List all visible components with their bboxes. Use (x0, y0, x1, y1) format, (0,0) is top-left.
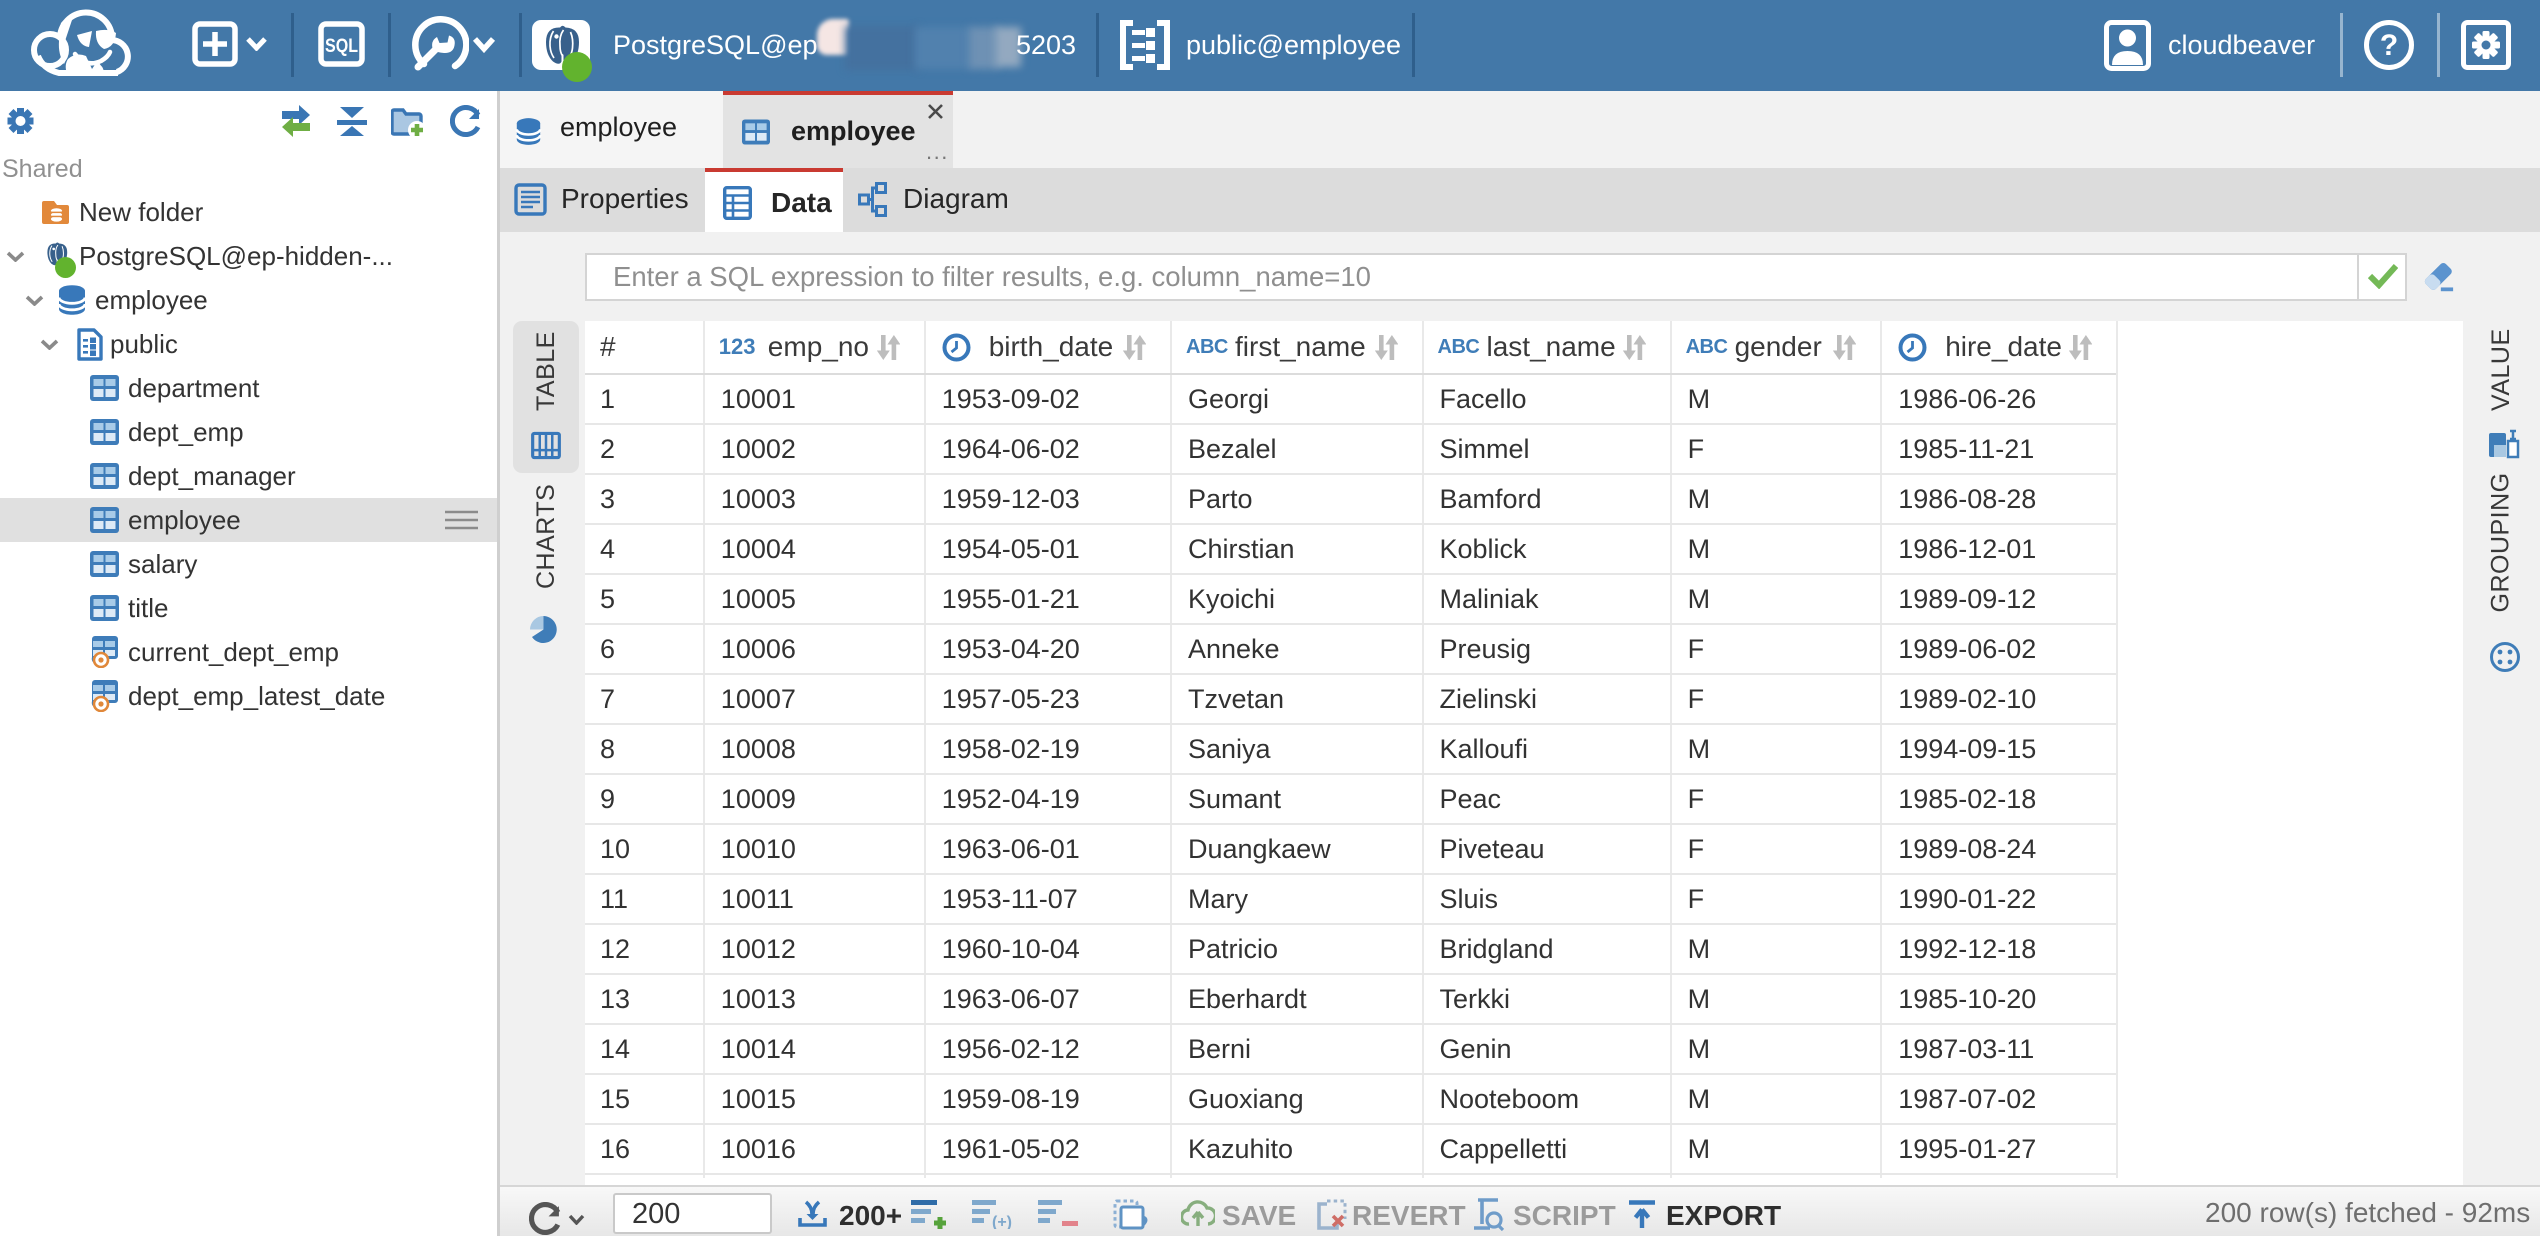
svg-text:?: ? (2380, 29, 2398, 62)
svg-text:SQL: SQL (325, 36, 358, 57)
svg-text:(+): (+) (992, 1214, 1012, 1229)
